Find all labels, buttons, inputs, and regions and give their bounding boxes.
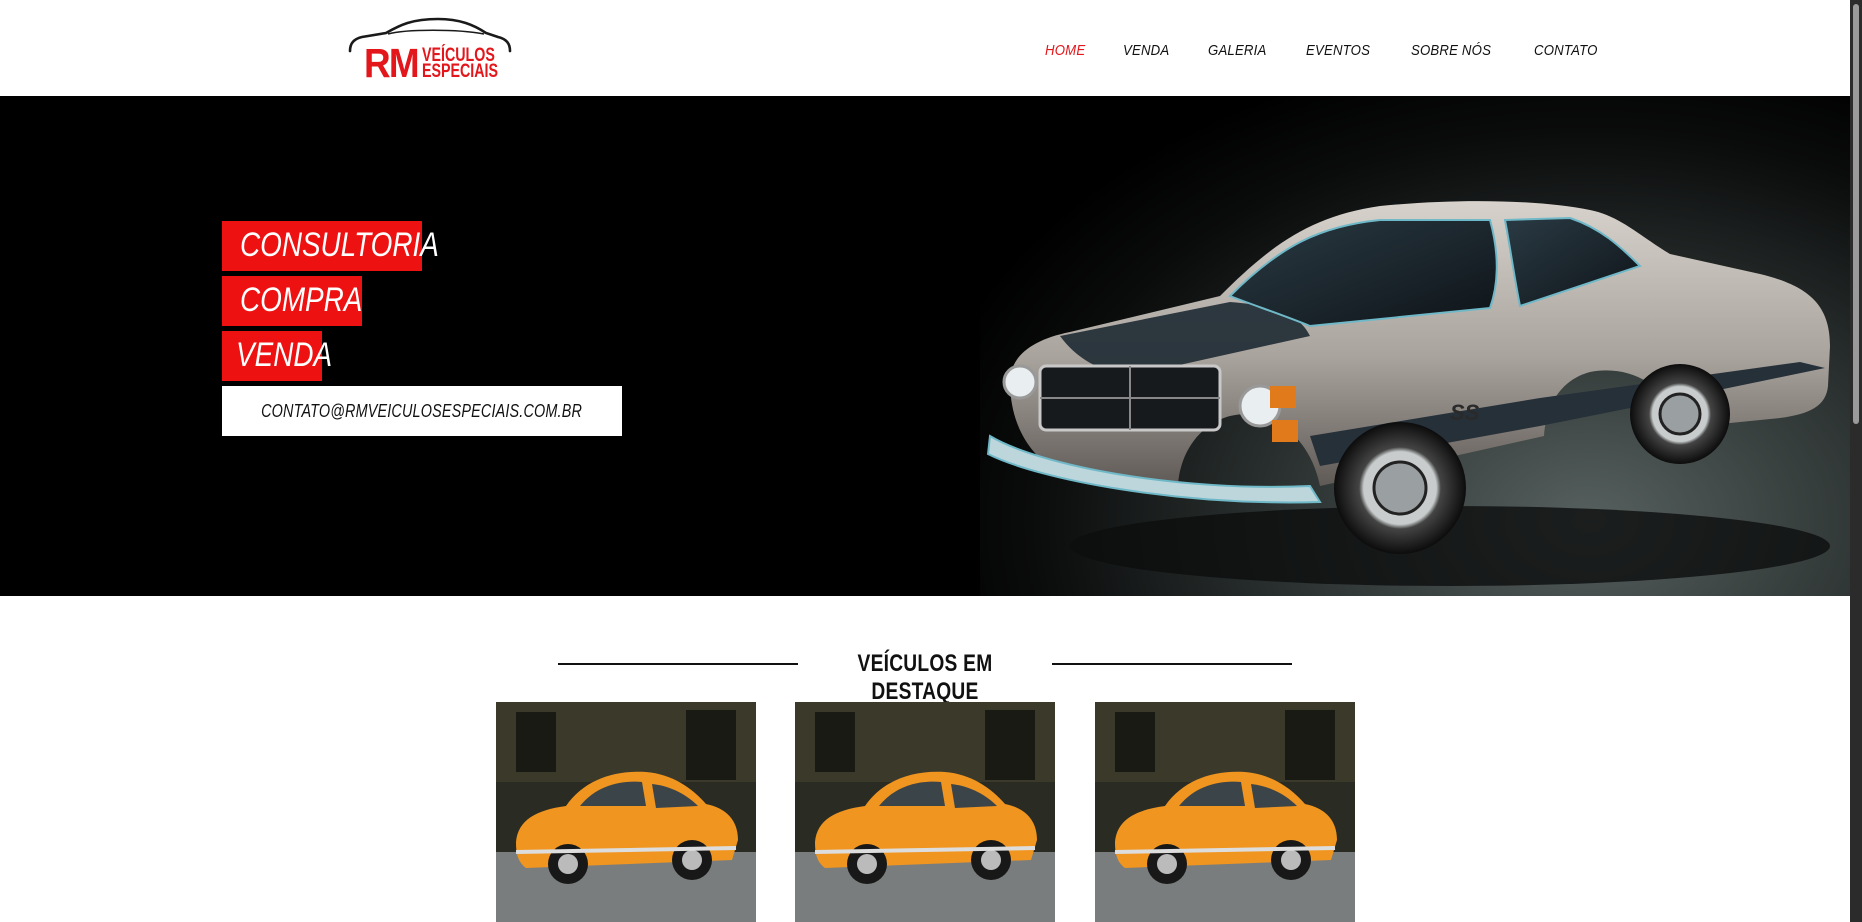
scrollbar-thumb[interactable] — [1853, 4, 1859, 424]
hero-banner: CONSULTORIA COMPRA VENDA CONTATO@RMVEICU… — [0, 96, 1850, 596]
logo-line2-text: ESPECIAIS — [422, 61, 499, 82]
site-header: RM VEÍCULOS ESPECIAIS HOME VENDA GALERIA… — [0, 3, 1850, 96]
featured-car-image — [1095, 702, 1355, 922]
page: RM VEÍCULOS ESPECIAIS HOME VENDA GALERIA… — [0, 0, 1850, 922]
nav-item-venda[interactable]: VENDA — [1123, 39, 1169, 63]
featured-card[interactable] — [795, 702, 1055, 922]
hero-car-image: SS — [986, 201, 1830, 586]
hero-email-box[interactable]: CONTATO@RMVEICULOSESPECIAIS.COM.BR — [222, 386, 622, 436]
nav-item-galeria[interactable]: GALERIA — [1208, 39, 1266, 63]
hero-tag-consultoria: CONSULTORIA — [222, 221, 439, 271]
nav-item-home[interactable]: HOME — [1045, 39, 1085, 63]
hero-tag-venda: VENDA — [222, 331, 332, 381]
nav-item-eventos[interactable]: EVENTOS — [1306, 39, 1370, 63]
featured-title: VEÍCULOS EM DESTAQUE — [857, 650, 993, 705]
nav-item-contato[interactable]: CONTATO — [1534, 39, 1598, 63]
nav-item-sobre-nos[interactable]: SOBRE NÓS — [1411, 39, 1491, 63]
featured-car-image — [496, 702, 756, 922]
featured-divider-left — [558, 663, 798, 665]
featured-card[interactable] — [1095, 702, 1355, 922]
hero-tag-compra: COMPRA — [222, 276, 362, 326]
hero-email-text: CONTATO@RMVEICULOSESPECIAIS.COM.BR — [261, 400, 583, 421]
featured-car-image — [795, 702, 1055, 922]
featured-card[interactable] — [496, 702, 756, 922]
logo-rm-text: RM — [364, 40, 420, 86]
main-nav: HOME VENDA GALERIA EVENTOS SOBRE NÓS CON… — [1045, 39, 1638, 63]
site-logo[interactable]: RM VEÍCULOS ESPECIAIS — [348, 17, 512, 85]
featured-divider-right — [1052, 663, 1292, 665]
svg-text:SS: SS — [1450, 400, 1480, 425]
page-scrollbar[interactable] — [1850, 0, 1862, 922]
